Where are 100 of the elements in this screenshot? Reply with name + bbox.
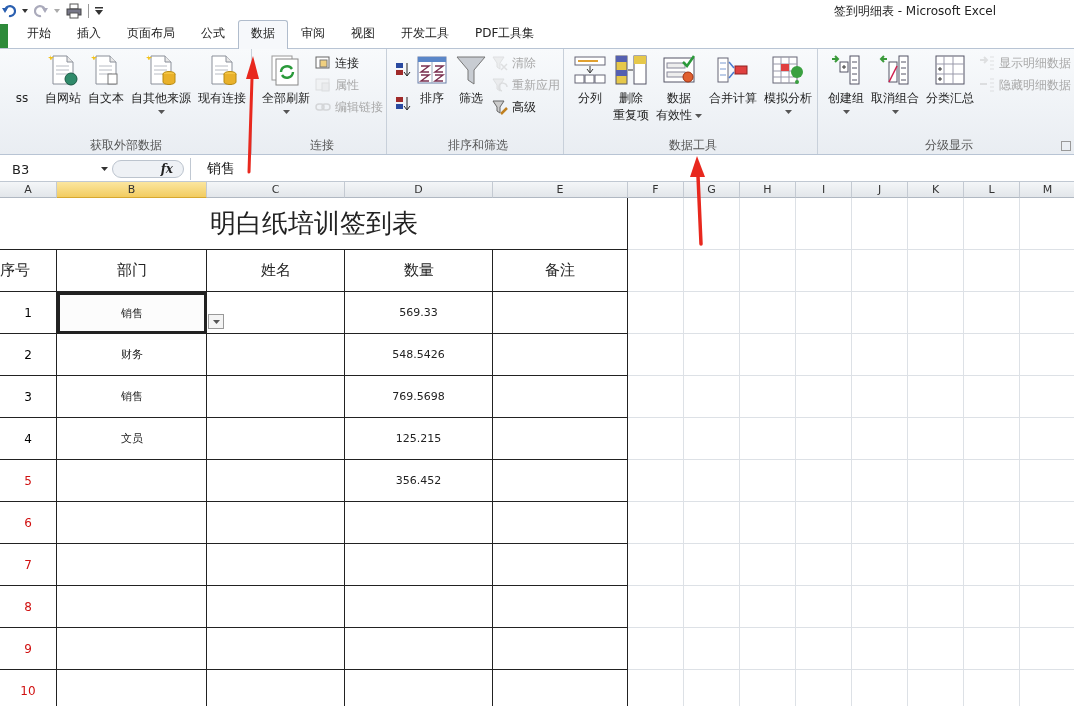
link-document-icon [315,55,331,71]
selected-cell[interactable]: 销售 [58,293,206,333]
ribbon-tab[interactable]: 页面布局 [114,20,188,48]
empty-cell [964,502,1020,544]
table-cell: 5 [0,460,57,502]
ribbon-button[interactable]: 数据 有效性 [654,52,704,136]
empty-cell [908,418,964,460]
empty-cell [964,544,1020,586]
table-cell: 3 [0,376,57,418]
ribbon-button[interactable]: 删除 重复项 [611,52,651,136]
column-header[interactable]: H [740,182,796,198]
ribbon-button[interactable]: 取消组合 [869,52,921,136]
column-header[interactable]: G [684,182,740,198]
empty-cell [740,376,796,418]
ribbon-button[interactable]: 分类汇总 [924,52,976,136]
printer-icon[interactable] [66,3,82,19]
empty-cell [684,376,740,418]
column-header[interactable]: C [207,182,345,198]
remove-duplicates-icon [615,54,647,86]
ribbon-button[interactable]: 创建组 [826,52,866,136]
empty-cell [684,502,740,544]
ribbon-button[interactable]: ss [4,52,40,136]
table-cell: 8 [0,586,57,628]
empty-cell [684,628,740,670]
table-cell: 2 [0,334,57,376]
show-detail-icon [979,55,995,71]
empty-cell [796,544,852,586]
sheet-title: 明白纸培训签到表 [0,198,628,250]
ribbon-button[interactable]: 排序 [414,52,450,136]
empty-cell [740,292,796,334]
empty-cell [740,334,796,376]
sort-icon [416,54,448,86]
empty-cell [628,250,684,292]
sort-ascending-icon[interactable] [395,60,411,78]
ribbon-button[interactable]: 分列 [572,52,608,136]
empty-cell [852,544,908,586]
empty-cell [684,250,740,292]
empty-cell [796,292,852,334]
ribbon-tab[interactable]: 插入 [64,20,114,48]
empty-cell [908,292,964,334]
empty-cell [628,460,684,502]
insert-function-button[interactable]: fx [112,160,184,178]
column-title: 序号 [0,250,57,292]
ribbon-tab[interactable]: 数据 [238,20,288,49]
empty-cell [964,292,1020,334]
ribbon-button[interactable]: 自文本 [86,52,126,136]
empty-cell [964,198,1020,250]
text-to-columns-icon [574,54,606,86]
ribbon-button[interactable]: 自网站 [43,52,83,136]
ribbon-button[interactable]: 合并计算 [707,52,759,136]
group-icon [830,54,862,86]
caret-icon [784,110,792,114]
data-validation-icon [663,54,695,86]
table-cell: 6 [0,502,57,544]
column-header[interactable]: B [57,182,207,198]
group-label: 获取外部数据 [90,136,162,154]
caret-icon [842,110,850,114]
dropdown-button[interactable] [208,314,224,329]
column-header[interactable]: L [964,182,1020,198]
column-header[interactable]: I [796,182,852,198]
undo-icon[interactable] [2,4,16,18]
advanced-filter-icon [492,99,508,115]
empty-cell [964,334,1020,376]
column-header[interactable]: D [345,182,493,198]
ribbon-button[interactable]: 自其他来源 [129,52,193,136]
ribbon-tab[interactable]: 视图 [338,20,388,48]
consolidate-icon [717,54,749,86]
hide-detail-icon [979,77,995,93]
ribbon-tab[interactable]: 开始 [14,20,64,48]
empty-cell [852,586,908,628]
ribbon-tab[interactable]: 审阅 [288,20,338,48]
column-header[interactable]: A [0,182,57,198]
caret-icon[interactable] [22,9,28,13]
caret-icon [157,110,165,114]
sort-descending-icon[interactable] [395,94,411,112]
empty-cell [684,198,740,250]
empty-cell [908,198,964,250]
ribbon-button[interactable]: 全部刷新 [260,52,312,136]
name-box[interactable]: B3 [0,159,112,179]
column-header[interactable]: F [628,182,684,198]
ribbon-button[interactable]: 连接 [315,54,383,72]
ribbon-button[interactable]: 现有连接 [196,52,248,136]
table-cell: 569.33 [345,292,493,334]
column-header[interactable]: E [493,182,628,198]
ribbon-tab[interactable]: 开发工具 [388,20,462,48]
column-header[interactable]: J [852,182,908,198]
column-header[interactable]: M [1020,182,1074,198]
column-title: 数量 [345,250,493,292]
ribbon-button[interactable]: 筛选 [453,52,489,136]
empty-cell [796,334,852,376]
empty-cell [852,250,908,292]
ribbon-button[interactable]: 高级 [492,98,560,116]
ribbon-tab[interactable]: 公式 [188,20,238,48]
empty-cell [628,586,684,628]
customize-caret-icon[interactable] [95,7,103,15]
empty-cell [852,502,908,544]
ribbon-tab[interactable]: PDF工具集 [462,20,548,48]
ribbon-button[interactable]: 模拟分析 [762,52,814,136]
column-header[interactable]: K [908,182,964,198]
empty-cell [628,628,684,670]
